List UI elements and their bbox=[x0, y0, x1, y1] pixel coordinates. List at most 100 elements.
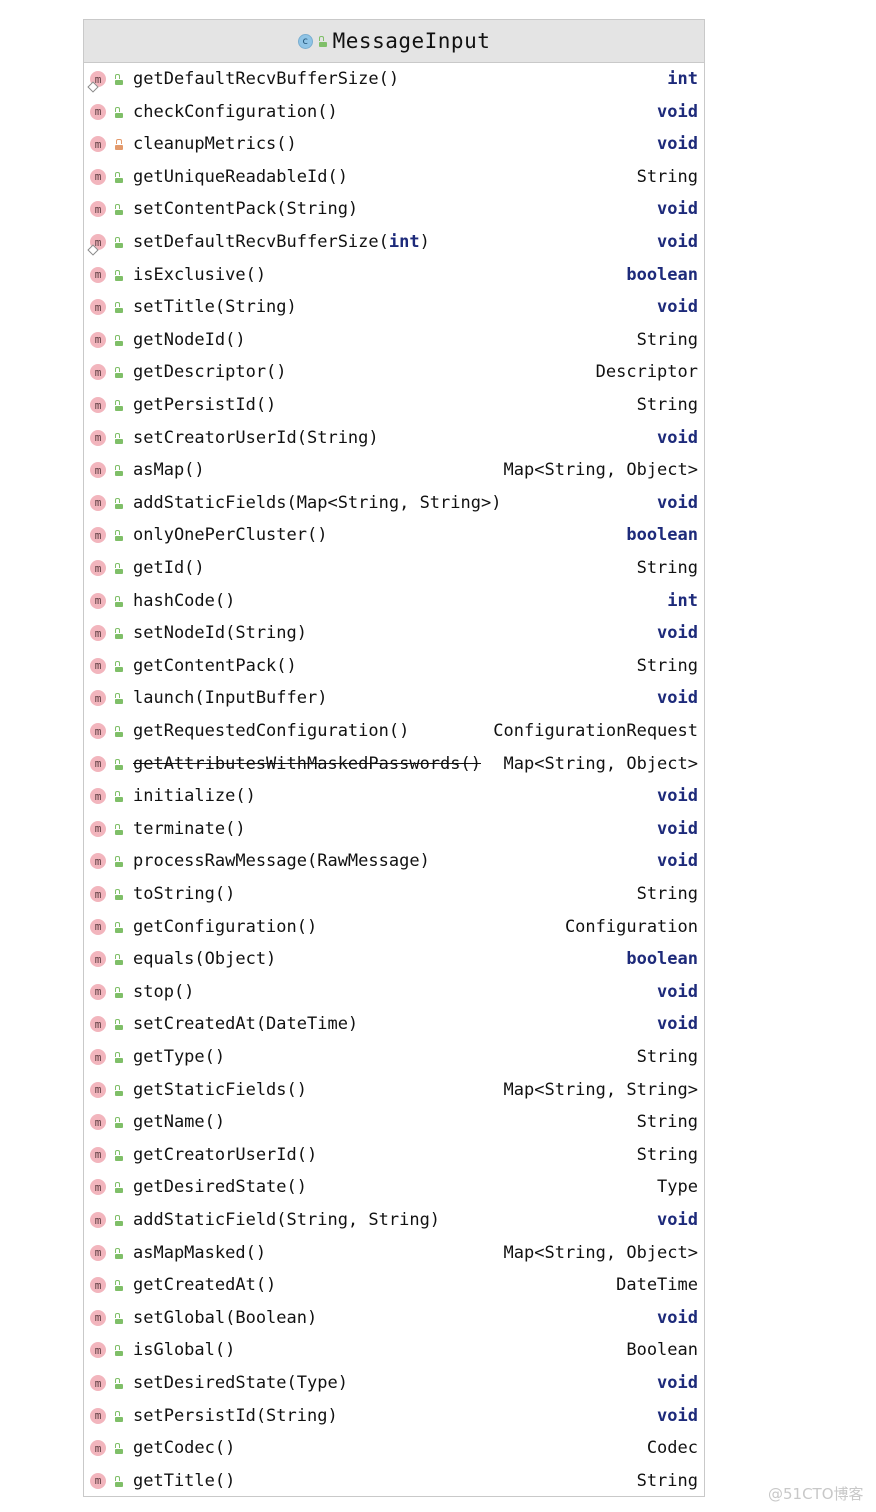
return-type: Map<String, String> bbox=[503, 1079, 698, 1100]
method-row[interactable]: m getConfiguration() Configuration bbox=[84, 911, 704, 943]
method-row[interactable]: m initialize() void bbox=[84, 780, 704, 812]
method-icon: m bbox=[90, 723, 106, 739]
method-row[interactable]: m getDescriptor() Descriptor bbox=[84, 356, 704, 388]
return-type: void bbox=[657, 492, 698, 513]
method-row[interactable]: m getPersistId() String bbox=[84, 389, 704, 421]
method-name: isGlobal() bbox=[133, 1340, 236, 1361]
method-row[interactable]: m getContentPack() String bbox=[84, 650, 704, 682]
method-row[interactable]: m setDesiredState(Type) void bbox=[84, 1367, 704, 1399]
method-icon: m bbox=[90, 364, 106, 381]
return-type: boolean bbox=[626, 264, 698, 285]
public-unlock-icon bbox=[115, 1215, 123, 1226]
method-row[interactable]: m onlyOnePerCluster() boolean bbox=[84, 519, 704, 551]
method-name: toString() bbox=[133, 884, 236, 904]
method-name: setPersistId(String) bbox=[133, 1405, 338, 1426]
public-unlock-icon bbox=[115, 921, 123, 933]
method-icon: m bbox=[90, 853, 106, 870]
method-row[interactable]: m toString() String bbox=[84, 878, 704, 910]
method-icon: m bbox=[90, 788, 106, 805]
method-name: addStaticField(String, String) bbox=[133, 1210, 441, 1230]
method-row[interactable]: m addStaticFields(Map<String, String>) voi… bbox=[84, 487, 704, 519]
method-name: checkConfiguration() bbox=[133, 101, 338, 122]
method-row[interactable]: m getUniqueReadableId() String bbox=[84, 161, 704, 193]
class-header[interactable]: c MessageInput bbox=[84, 20, 704, 63]
method-row[interactable]: m equals(Object) boolean bbox=[84, 943, 704, 975]
method-row[interactable]: m getAttributesWithMaskedPasswords() Map<S… bbox=[84, 748, 704, 780]
method-icon: m bbox=[90, 820, 106, 837]
return-type: DateTime bbox=[616, 1275, 698, 1296]
public-unlock-icon bbox=[115, 1443, 123, 1455]
method-row[interactable]: m setDefaultRecvBufferSize(int) void bbox=[84, 226, 704, 258]
method-row[interactable]: m setCreatorUserId(String) void bbox=[84, 422, 704, 454]
return-type: String bbox=[636, 329, 698, 350]
method-icon: m bbox=[90, 1407, 106, 1424]
method-icon: m bbox=[90, 918, 106, 935]
method-icon: m bbox=[90, 494, 106, 511]
method-row[interactable]: m getCreatedAt() DateTime bbox=[84, 1269, 704, 1301]
method-row[interactable]: m setGlobal(Boolean) void bbox=[84, 1302, 704, 1334]
method-icon: m bbox=[90, 136, 106, 153]
method-name: getPersistId() bbox=[133, 395, 277, 415]
method-name-part: ) bbox=[419, 232, 430, 252]
public-unlock-icon bbox=[115, 986, 123, 998]
public-unlock-icon bbox=[115, 204, 123, 216]
method-icon: m bbox=[90, 1309, 106, 1326]
method-row[interactable]: m setCreatedAt(DateTime) void bbox=[84, 1008, 704, 1040]
method-name: setDesiredState(Type) bbox=[133, 1373, 348, 1393]
method-name: getId() bbox=[133, 558, 205, 578]
method-name: getName() bbox=[133, 1112, 226, 1133]
method-row[interactable]: m getRequestedConfiguration() Configuratio… bbox=[84, 715, 704, 747]
method-row[interactable]: m checkConfiguration() void bbox=[84, 96, 704, 128]
method-row[interactable]: m getId() String bbox=[84, 552, 704, 584]
public-unlock-icon bbox=[115, 432, 123, 444]
return-type: String bbox=[636, 558, 698, 578]
method-row[interactable]: m stop() void bbox=[84, 976, 704, 1008]
method-row[interactable]: m getTitle() String bbox=[84, 1465, 704, 1497]
method-name: setCreatedAt(DateTime) bbox=[133, 1014, 359, 1035]
method-row[interactable]: m processRawMessage(RawMessage) void bbox=[84, 845, 704, 877]
method-list: m getDefaultRecvBufferSize() int m checkConf… bbox=[84, 63, 704, 1497]
public-unlock-icon bbox=[115, 758, 123, 770]
method-row[interactable]: m getCreatorUserId() String bbox=[84, 1139, 704, 1171]
method-row[interactable]: m getName() String bbox=[84, 1106, 704, 1138]
method-row[interactable]: m isExclusive() boolean bbox=[84, 259, 704, 291]
return-type: void bbox=[657, 851, 698, 872]
method-icon: m bbox=[90, 266, 106, 283]
method-row[interactable]: m setPersistId(String) void bbox=[84, 1400, 704, 1432]
public-unlock-icon bbox=[115, 302, 123, 314]
public-unlock-icon bbox=[115, 1378, 123, 1389]
public-unlock-icon bbox=[115, 954, 123, 966]
method-row[interactable]: m asMap() Map<String, Object> bbox=[84, 454, 704, 486]
method-row[interactable]: m getDesiredState() Type bbox=[84, 1171, 704, 1203]
method-name-part: setDefaultRecvBufferSize( bbox=[133, 232, 389, 252]
return-type: void bbox=[657, 623, 698, 644]
public-unlock-icon bbox=[115, 1052, 123, 1063]
method-row[interactable]: m setTitle(String) void bbox=[84, 291, 704, 323]
method-row[interactable]: m getType() String bbox=[84, 1041, 704, 1073]
method-row[interactable]: m terminate() void bbox=[84, 813, 704, 845]
method-icon: m bbox=[90, 1146, 106, 1163]
method-row[interactable]: m setNodeId(String) void bbox=[84, 617, 704, 649]
method-icon: m bbox=[90, 983, 106, 1000]
method-name: setTitle(String) bbox=[133, 297, 297, 318]
public-unlock-icon bbox=[115, 530, 123, 542]
method-row[interactable]: m getCodec() Codec bbox=[84, 1432, 704, 1464]
return-type: int bbox=[667, 590, 698, 611]
method-name: terminate() bbox=[133, 818, 246, 839]
public-unlock-icon bbox=[115, 823, 123, 835]
return-type: Map<String, Object> bbox=[503, 753, 698, 774]
return-type: boolean bbox=[626, 525, 698, 546]
method-row[interactable]: m isGlobal() Boolean bbox=[84, 1334, 704, 1366]
method-row[interactable]: m getDefaultRecvBufferSize() int bbox=[84, 63, 704, 95]
method-row[interactable]: m launch(InputBuffer) void bbox=[84, 682, 704, 714]
method-row[interactable]: m asMapMasked() Map<String, Object> bbox=[84, 1237, 704, 1269]
method-row[interactable]: m addStaticField(String, String) void bbox=[84, 1204, 704, 1236]
method-name: getStaticFields() bbox=[133, 1079, 307, 1100]
method-row[interactable]: m getNodeId() String bbox=[84, 324, 704, 356]
method-name: onlyOnePerCluster() bbox=[133, 525, 328, 546]
method-row[interactable]: m setContentPack(String) void bbox=[84, 193, 704, 225]
method-row[interactable]: m getStaticFields() Map<String, String> bbox=[84, 1074, 704, 1106]
method-row[interactable]: m hashCode() int bbox=[84, 585, 704, 617]
public-unlock-icon bbox=[115, 1475, 123, 1487]
method-row[interactable]: m cleanupMetrics() void bbox=[84, 128, 704, 160]
